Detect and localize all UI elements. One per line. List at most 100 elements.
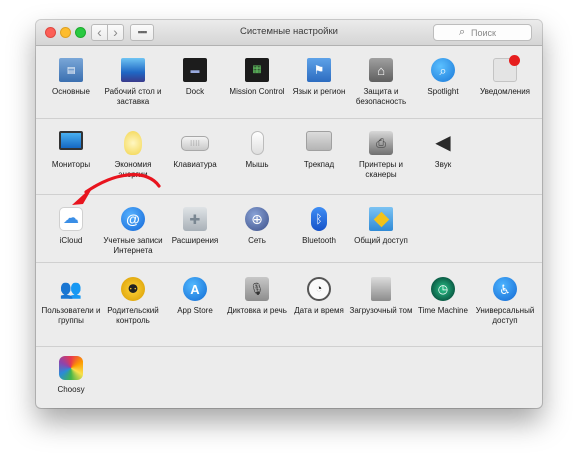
keyboard-icon: ⁝⁝⁝⁝ bbox=[181, 136, 209, 151]
pref-dictation[interactable]: 🎙 Диктовка и речь bbox=[225, 277, 289, 316]
dock-icon: ▬ bbox=[183, 58, 207, 82]
cloud-icon: ☁ bbox=[59, 207, 83, 231]
section-system: 👥 Пользователи и группы ⚉ Родительский к… bbox=[36, 262, 542, 346]
pref-language[interactable]: ⚑ Язык и регион bbox=[287, 58, 351, 97]
pref-label: Универсальный доступ bbox=[475, 306, 535, 325]
pref-internet-accounts[interactable]: @ Учетные записи Интернета bbox=[101, 207, 165, 255]
pref-trackpad[interactable]: Трекпад bbox=[287, 131, 351, 170]
section-internet: ☁ iCloud @ Учетные записи Интернета ✚ Ра… bbox=[36, 194, 542, 262]
pref-label: Мониторы bbox=[51, 160, 91, 169]
at-icon: @ bbox=[121, 207, 145, 231]
pref-label: Bluetooth bbox=[302, 236, 336, 245]
pref-label: Клавиатура bbox=[173, 160, 217, 169]
pref-date-time[interactable]: ◔ Дата и время bbox=[287, 277, 351, 316]
pref-bluetooth[interactable]: ᛒ Bluetooth bbox=[287, 207, 351, 246]
search-field[interactable]: ⌕ bbox=[433, 24, 532, 41]
pref-mouse[interactable]: Мышь bbox=[225, 131, 289, 170]
pref-label: Сеть bbox=[248, 236, 266, 245]
pref-label: Принтеры и сканеры bbox=[359, 160, 403, 179]
pref-sound[interactable]: ◀ Звук bbox=[411, 131, 475, 170]
section-personal: ▤ Основные Рабочий стол и заставка ▬ Doc… bbox=[36, 46, 542, 118]
choosy-icon bbox=[59, 356, 83, 380]
file-icon: ▤ bbox=[59, 58, 83, 82]
pref-label: Защита и безопасность bbox=[355, 87, 407, 106]
microphone-icon: 🎙 bbox=[245, 277, 269, 301]
bluetooth-icon: ᛒ bbox=[311, 207, 327, 231]
section-other: Choosy bbox=[36, 346, 542, 408]
section-hardware: Мониторы Экономия энергии ⁝⁝⁝⁝ Клавиатур… bbox=[36, 118, 542, 194]
sharing-icon bbox=[369, 207, 393, 231]
window-title: Системные настройки bbox=[240, 26, 338, 37]
house-icon: ⌂ bbox=[369, 58, 393, 82]
magnifier-icon: ⌕ bbox=[431, 58, 455, 82]
pref-icloud[interactable]: ☁ iCloud bbox=[39, 207, 103, 246]
pref-label: Дата и время bbox=[294, 306, 344, 315]
pref-label: Язык и регион bbox=[292, 87, 346, 96]
app-store-icon: A bbox=[183, 277, 207, 301]
pref-label: App Store bbox=[177, 306, 213, 315]
pref-energy[interactable]: Экономия энергии bbox=[101, 131, 165, 179]
pref-extensions[interactable]: ✚ Расширения bbox=[163, 207, 227, 246]
users-icon: 👥 bbox=[59, 279, 83, 299]
pref-label: Пользователи и группы bbox=[41, 306, 101, 325]
pref-spotlight[interactable]: ⌕ Spotlight bbox=[411, 58, 475, 97]
pref-label: Spotlight bbox=[427, 87, 459, 96]
desktop-icon bbox=[121, 58, 145, 82]
mouse-icon bbox=[250, 131, 264, 155]
flag-icon: ⚑ bbox=[307, 58, 331, 82]
pref-app-store[interactable]: A App Store bbox=[163, 277, 227, 316]
speaker-icon: ◀ bbox=[435, 132, 451, 154]
pref-keyboard[interactable]: ⁝⁝⁝⁝ Клавиатура bbox=[163, 131, 227, 170]
pref-label: Time Machine bbox=[418, 306, 468, 315]
time-machine-icon: ◷ bbox=[431, 277, 455, 301]
title-bar: ‹ › ▪▪▪▪ Системные настройки ⌕ bbox=[36, 20, 542, 46]
close-button[interactable] bbox=[45, 27, 56, 38]
pref-accessibility[interactable]: ♿ Универсальный доступ bbox=[473, 277, 537, 325]
pref-choosy[interactable]: Choosy bbox=[39, 356, 103, 395]
globe-icon: ⊕ bbox=[245, 207, 269, 231]
pref-label: Dock bbox=[185, 87, 205, 96]
search-input[interactable] bbox=[471, 26, 529, 39]
pref-network[interactable]: ⊕ Сеть bbox=[225, 207, 289, 246]
pref-notifications[interactable]: Уведомления bbox=[473, 55, 537, 97]
pref-parental[interactable]: ⚉ Родительский контроль bbox=[101, 277, 165, 325]
search-icon: ⌕ bbox=[459, 26, 466, 38]
pref-label: Звук bbox=[434, 160, 452, 169]
accessibility-icon: ♿ bbox=[493, 277, 517, 301]
pref-label: Общий доступ bbox=[354, 236, 408, 245]
clock-icon: ◔ bbox=[307, 277, 331, 301]
grid-icon: ▪▪▪▪ bbox=[137, 27, 148, 37]
back-button[interactable]: ‹ bbox=[91, 24, 108, 41]
pref-users[interactable]: 👥 Пользователи и группы bbox=[39, 277, 103, 325]
pref-mission-control[interactable]: ▦ Mission Control bbox=[225, 58, 289, 97]
pref-startup-disk[interactable]: Загрузочный том bbox=[349, 277, 413, 316]
pref-desktop[interactable]: Рабочий стол и заставка bbox=[101, 58, 165, 106]
disk-icon bbox=[371, 277, 391, 301]
pref-label: Мышь bbox=[245, 160, 269, 169]
pref-label: Choosy bbox=[57, 385, 85, 394]
pref-label: iCloud bbox=[59, 236, 83, 245]
forward-button[interactable]: › bbox=[107, 24, 124, 41]
show-all-button[interactable]: ▪▪▪▪ bbox=[130, 24, 154, 41]
zoom-button[interactable] bbox=[75, 27, 86, 38]
pref-label: Уведомления bbox=[479, 87, 531, 96]
parental-icon: ⚉ bbox=[121, 277, 145, 301]
pref-printers[interactable]: ⎙ Принтеры и сканеры bbox=[349, 131, 413, 179]
mission-control-icon: ▦ bbox=[245, 58, 269, 82]
pref-dock[interactable]: ▬ Dock bbox=[163, 58, 227, 97]
system-preferences-window: ‹ › ▪▪▪▪ Системные настройки ⌕ ▤ Основны… bbox=[36, 20, 542, 408]
pref-label: Родительский контроль bbox=[107, 306, 159, 325]
pref-label: Трекпад bbox=[303, 160, 335, 169]
bulb-icon bbox=[124, 131, 142, 155]
chevron-left-icon: ‹ bbox=[97, 24, 102, 40]
pref-osnovnye[interactable]: ▤ Основные bbox=[39, 58, 103, 97]
monitor-icon bbox=[59, 131, 83, 150]
pref-label: Диктовка и речь bbox=[227, 306, 287, 315]
pref-security[interactable]: ⌂ Защита и безопасность bbox=[349, 58, 413, 106]
pref-sharing[interactable]: Общий доступ bbox=[349, 207, 413, 246]
minimize-button[interactable] bbox=[60, 27, 71, 38]
pref-displays[interactable]: Мониторы bbox=[39, 131, 103, 170]
pref-label: Загрузочный том bbox=[349, 306, 413, 315]
pref-time-machine[interactable]: ◷ Time Machine bbox=[411, 277, 475, 316]
chevron-right-icon: › bbox=[113, 24, 118, 40]
